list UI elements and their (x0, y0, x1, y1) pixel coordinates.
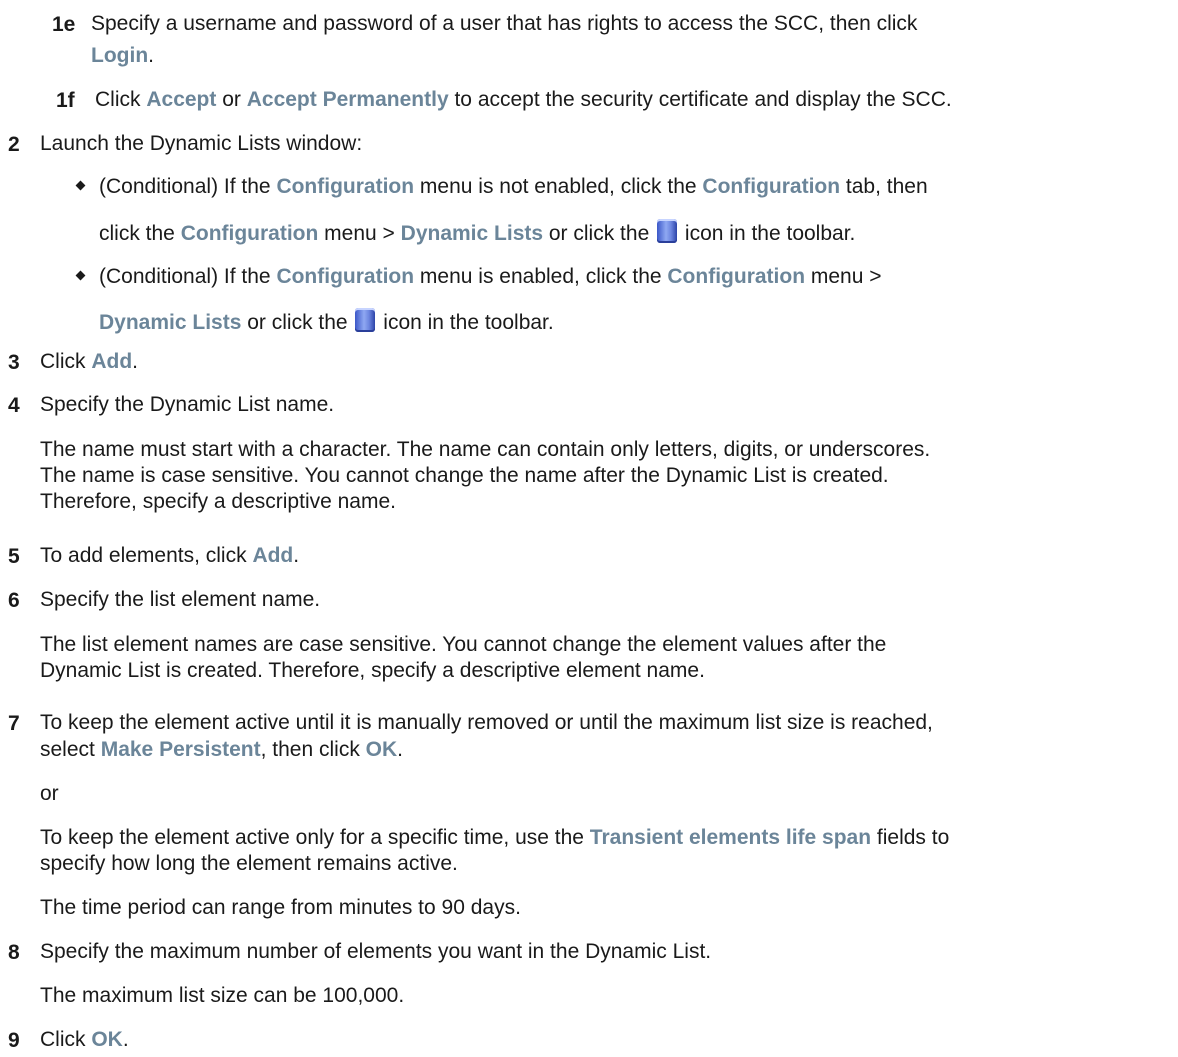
or-text: or (40, 782, 59, 805)
ui-reference-login: Login (91, 44, 149, 67)
ui-reference-configuration: Configuration (702, 175, 841, 198)
text: Specify a username and password of a use… (91, 12, 918, 35)
bullet-icon (75, 180, 86, 191)
text: . (397, 738, 404, 761)
ui-reference-ok: OK (365, 738, 398, 761)
paragraph-line: The name must start with a character. Th… (40, 438, 931, 461)
step-text: select Make Persistent, then click OK. (40, 739, 403, 760)
text: fields to (871, 826, 950, 849)
ui-reference-dynamic-lists: Dynamic Lists (400, 222, 544, 245)
ui-reference-configuration: Configuration (276, 265, 415, 288)
step-text: Launch the Dynamic Lists window: (40, 132, 363, 155)
step-number: 8 (8, 941, 20, 964)
text: or (216, 88, 247, 111)
text: menu > (318, 222, 401, 245)
text: To add elements, click (40, 544, 253, 567)
dynamic-lists-database-icon (657, 219, 678, 243)
paragraph-line: Therefore, specify a descriptive name. (40, 490, 396, 513)
text: menu > (805, 265, 882, 288)
paragraph-line: The list element names are case sensitiv… (40, 633, 887, 656)
step-text: Specify the Dynamic List name. (40, 393, 335, 416)
text: tab, then (840, 175, 928, 198)
step-text: Click Add. (40, 351, 138, 372)
text: menu is not enabled, click the (414, 175, 703, 198)
step-number: 9 (8, 1029, 20, 1052)
bullet-text: (Conditional) If the Configuration menu … (99, 176, 928, 197)
text: Click (40, 350, 92, 373)
ui-reference-make-persistent: Make Persistent (100, 738, 261, 761)
bullet-text: (Conditional) If the Configuration menu … (99, 266, 882, 287)
text: , then click (260, 738, 366, 761)
step-number: 1e (52, 13, 76, 36)
text: . (132, 350, 139, 373)
step-number: 6 (8, 589, 20, 612)
text: icon in the toolbar. (377, 311, 554, 334)
text: . (122, 1028, 129, 1051)
text: (Conditional) If the (99, 265, 277, 288)
bullet-text: Dynamic Lists or click the icon in the t… (99, 308, 554, 333)
ui-reference-configuration: Configuration (180, 222, 319, 245)
ui-reference-add: Add (252, 544, 294, 567)
dynamic-lists-database-icon (355, 308, 376, 332)
ui-reference-add: Add (91, 350, 133, 373)
step-number: 3 (8, 351, 20, 374)
step-text: Click Accept or Accept Permanently to ac… (95, 89, 952, 110)
step-number: 7 (8, 712, 20, 735)
text: To keep the element active only for a sp… (40, 826, 590, 849)
text: Click (95, 88, 147, 111)
ui-reference-transient-elements-life-span: Transient elements life span (589, 826, 872, 849)
step-text: Specify the list element name. (40, 588, 321, 611)
bullet-text: click the Configuration menu > Dynamic L… (99, 219, 855, 244)
paragraph-line: The maximum list size can be 100,000. (40, 984, 405, 1007)
ui-reference-accept: Accept (146, 88, 217, 111)
step-number: 1f (56, 89, 75, 112)
ui-reference-ok: OK (91, 1028, 123, 1051)
step-text: Specify a username and password of a use… (91, 13, 917, 34)
paragraph-line: The time period can range from minutes t… (40, 896, 521, 919)
text: . (293, 544, 300, 567)
text: icon in the toolbar. (679, 222, 856, 245)
paragraph-line: The name is case sensitive. You cannot c… (40, 464, 889, 487)
text: or click the (241, 311, 354, 334)
step-text: Click OK. (40, 1029, 129, 1050)
step-text: Specify the maximum number of elements y… (40, 940, 712, 963)
text: . (148, 44, 154, 67)
ui-reference-configuration: Configuration (276, 175, 415, 198)
text: to accept the security certificate and d… (448, 88, 952, 111)
paragraph-line: Dynamic List is created. Therefore, spec… (40, 659, 705, 682)
text: select (40, 738, 101, 761)
step-number: 4 (8, 394, 20, 417)
ui-reference-configuration: Configuration (667, 265, 806, 288)
step-text: To add elements, click Add. (40, 545, 299, 566)
step-text: To keep the element active until it is m… (40, 711, 933, 734)
step-text: Login. (91, 45, 154, 66)
ui-reference-accept-permanently: Accept Permanently (246, 88, 449, 111)
text: (Conditional) If the (99, 175, 277, 198)
step-number: 5 (8, 545, 20, 568)
document-page: 1e Specify a username and password of a … (0, 0, 1178, 1057)
ui-reference-dynamic-lists: Dynamic Lists (99, 311, 242, 334)
text: click the (99, 222, 181, 245)
text: Click (40, 1028, 92, 1051)
text: or click the (543, 222, 656, 245)
paragraph-line: To keep the element active only for a sp… (40, 827, 949, 848)
step-number: 2 (8, 133, 20, 156)
bullet-icon (75, 270, 86, 281)
text: menu is enabled, click the (414, 265, 668, 288)
paragraph-line: specify how long the element remains act… (40, 852, 458, 875)
